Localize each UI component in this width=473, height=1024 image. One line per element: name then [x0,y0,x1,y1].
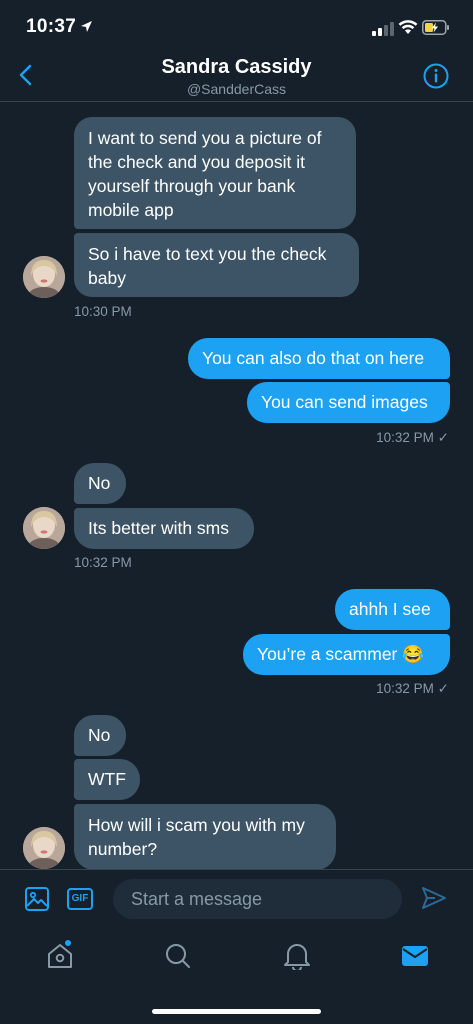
composer-divider [0,869,473,870]
tab-search[interactable] [164,940,192,975]
avatar[interactable] [23,256,65,298]
location-arrow-icon [81,21,92,32]
home-icon [48,940,72,968]
message-bubble-outgoing[interactable]: You’re a scammer 😂 [243,634,450,675]
avatar[interactable] [23,827,65,869]
info-icon[interactable] [423,63,449,89]
message-timestamp: 10:32 PM [74,555,132,570]
tab-notifications[interactable] [283,940,311,975]
message-bubble-incoming[interactable]: Its better with sms [74,508,254,549]
message-bubble-outgoing[interactable]: You can also do that on here [188,338,450,379]
battery-charging-icon [422,20,449,35]
bell-icon [284,944,310,972]
message-timestamp: 10:32 PM ✓ [376,681,449,696]
message-timestamp: 10:32 PM ✓ [376,430,449,445]
message-timestamp: 10:30 PM [74,304,132,319]
mail-icon [402,946,428,966]
message-input[interactable] [113,879,402,919]
tab-home[interactable] [46,940,74,975]
message-bubble-incoming[interactable]: No [74,463,126,504]
message-bubble-incoming[interactable]: No [74,715,126,756]
search-icon [166,944,190,968]
avatar[interactable] [23,507,65,549]
signal-icon [372,22,394,36]
message-bubble-incoming[interactable]: WTF [74,759,140,800]
message-bubble-incoming[interactable]: How will i scam you with my number? [74,804,336,870]
header-divider [0,101,473,102]
message-bubble-outgoing[interactable]: You can send images [247,382,450,423]
message-bubble-outgoing[interactable]: ahhh I see [335,589,450,630]
conversation-handle: @SandderCass [186,81,287,97]
gif-button[interactable]: GIF [67,888,93,910]
conversation-title[interactable]: Sandra Cassidy [0,56,473,79]
message-bubble-incoming[interactable]: I want to send you a picture of the chec… [74,117,356,229]
home-indicator[interactable] [152,1009,321,1014]
message-bubble-incoming[interactable]: So i have to text you the check baby [74,233,359,297]
status-time: 10:37 [26,16,77,37]
tab-messages[interactable] [401,940,429,975]
wifi-icon [398,20,418,34]
image-icon[interactable] [25,887,49,911]
send-icon[interactable] [421,885,447,911]
